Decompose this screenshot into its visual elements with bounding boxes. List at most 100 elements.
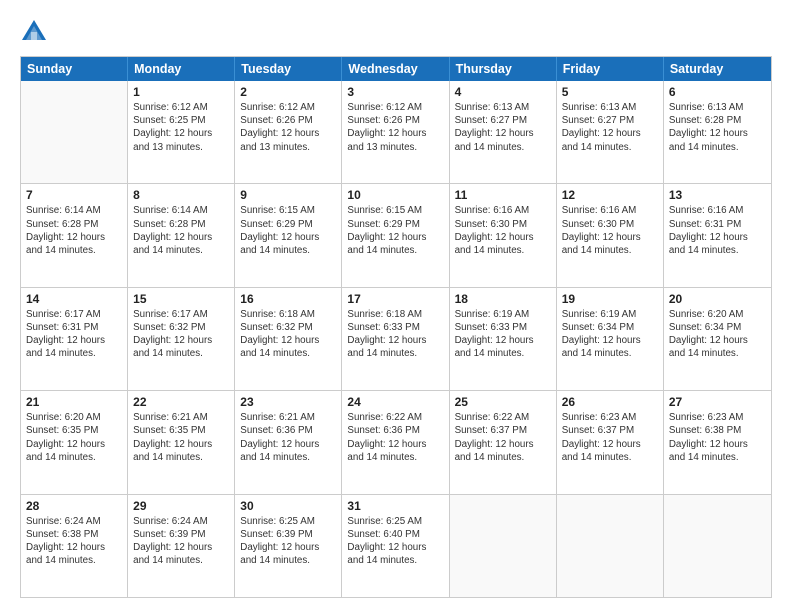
calendar-day-30: 30Sunrise: 6:25 AMSunset: 6:39 PMDayligh… [235, 495, 342, 597]
day-number: 28 [26, 499, 122, 513]
sunset-text: Sunset: 6:34 PM [562, 321, 658, 334]
sunrise-text: Sunrise: 6:16 AM [669, 204, 766, 217]
sunset-text: Sunset: 6:30 PM [455, 218, 551, 231]
calendar-day-28: 28Sunrise: 6:24 AMSunset: 6:38 PMDayligh… [21, 495, 128, 597]
daylight-text: Daylight: 12 hours and 14 minutes. [669, 231, 766, 257]
logo [20, 18, 50, 46]
sunrise-text: Sunrise: 6:22 AM [455, 411, 551, 424]
sunrise-text: Sunrise: 6:15 AM [347, 204, 443, 217]
day-number: 5 [562, 85, 658, 99]
sunset-text: Sunset: 6:36 PM [347, 424, 443, 437]
sunrise-text: Sunrise: 6:24 AM [26, 515, 122, 528]
sunset-text: Sunset: 6:27 PM [562, 114, 658, 127]
daylight-text: Daylight: 12 hours and 14 minutes. [240, 541, 336, 567]
sunrise-text: Sunrise: 6:12 AM [347, 101, 443, 114]
daylight-text: Daylight: 12 hours and 14 minutes. [26, 438, 122, 464]
sunrise-text: Sunrise: 6:19 AM [562, 308, 658, 321]
day-number: 23 [240, 395, 336, 409]
sunset-text: Sunset: 6:38 PM [669, 424, 766, 437]
calendar-day-5: 5 Sunrise: 6:13 AMSunset: 6:27 PMDaylight… [557, 81, 664, 183]
sunrise-text: Sunrise: 6:22 AM [347, 411, 443, 424]
calendar-day-14: 14Sunrise: 6:17 AMSunset: 6:31 PMDayligh… [21, 288, 128, 390]
calendar-day-1: 1Sunrise: 6:12 AMSunset: 6:25 PMDaylight… [128, 81, 235, 183]
sunrise-text: Sunrise: 6:12 AM [240, 101, 336, 114]
header-day-saturday: Saturday [664, 57, 771, 81]
header-day-sunday: Sunday [21, 57, 128, 81]
day-number: 14 [26, 292, 122, 306]
sunset-text: Sunset: 6:37 PM [455, 424, 551, 437]
sunrise-text: Sunrise: 6:25 AM [240, 515, 336, 528]
calendar-page: SundayMondayTuesdayWednesdayThursdayFrid… [0, 0, 792, 612]
daylight-text: Daylight: 12 hours and 14 minutes. [240, 334, 336, 360]
daylight-text: Daylight: 12 hours and 14 minutes. [455, 334, 551, 360]
day-number: 16 [240, 292, 336, 306]
daylight-text: Daylight: 12 hours and 14 minutes. [455, 127, 551, 153]
day-number: 22 [133, 395, 229, 409]
sunrise-text: Sunrise: 6:18 AM [240, 308, 336, 321]
daylight-text: Daylight: 12 hours and 14 minutes. [347, 541, 443, 567]
calendar-day-16: 16Sunrise: 6:18 AMSunset: 6:32 PMDayligh… [235, 288, 342, 390]
day-number: 10 [347, 188, 443, 202]
sunrise-text: Sunrise: 6:14 AM [26, 204, 122, 217]
sunrise-text: Sunrise: 6:17 AM [26, 308, 122, 321]
day-number: 24 [347, 395, 443, 409]
calendar-day-9: 9Sunrise: 6:15 AMSunset: 6:29 PMDaylight… [235, 184, 342, 286]
calendar-day-17: 17Sunrise: 6:18 AMSunset: 6:33 PMDayligh… [342, 288, 449, 390]
sunrise-text: Sunrise: 6:13 AM [669, 101, 766, 114]
sunset-text: Sunset: 6:31 PM [26, 321, 122, 334]
calendar-day-15: 15Sunrise: 6:17 AMSunset: 6:32 PMDayligh… [128, 288, 235, 390]
daylight-text: Daylight: 12 hours and 14 minutes. [240, 231, 336, 257]
calendar-day-6: 6Sunrise: 6:13 AMSunset: 6:28 PMDaylight… [664, 81, 771, 183]
calendar-empty-cell [664, 495, 771, 597]
sunset-text: Sunset: 6:25 PM [133, 114, 229, 127]
sunset-text: Sunset: 6:26 PM [347, 114, 443, 127]
day-number: 12 [562, 188, 658, 202]
sunrise-text: Sunrise: 6:18 AM [347, 308, 443, 321]
sunrise-text: Sunrise: 6:12 AM [133, 101, 229, 114]
calendar-day-31: 31Sunrise: 6:25 AMSunset: 6:40 PMDayligh… [342, 495, 449, 597]
daylight-text: Daylight: 12 hours and 14 minutes. [133, 541, 229, 567]
day-number: 20 [669, 292, 766, 306]
calendar-week-5: 28 Sunrise: 6:24 AMSunset: 6:38 PM Dayligh… [21, 494, 771, 597]
sunset-text: Sunset: 6:33 PM [455, 321, 551, 334]
day-number: 30 [240, 499, 336, 513]
sunrise-text: Sunrise: 6:23 AM [669, 411, 766, 424]
sunset-text: Sunset: 6:26 PM [240, 114, 336, 127]
day-number: 27 [669, 395, 766, 409]
sunset-text: Sunset: 6:27 PM [455, 114, 551, 127]
calendar-day-13: 13Sunrise: 6:16 AMSunset: 6:31 PMDayligh… [664, 184, 771, 286]
sunset-text: Sunset: 6:38 PM [26, 528, 122, 541]
calendar-day-7: 7Sunrise: 6:14 AMSunset: 6:28 PMDaylight… [21, 184, 128, 286]
sunset-text: Sunset: 6:32 PM [133, 321, 229, 334]
calendar-day-27: 27Sunrise: 6:23 AMSunset: 6:38 PMDayligh… [664, 391, 771, 493]
calendar-day-18: 18 Sunrise: 6:19 AMSunset: 6:33 PMDayligh… [450, 288, 557, 390]
sunset-text: Sunset: 6:37 PM [562, 424, 658, 437]
day-number: 3 [347, 85, 443, 99]
day-number: 21 [26, 395, 122, 409]
daylight-text: Daylight: 12 hours and 14 minutes. [455, 231, 551, 257]
day-number: 31 [347, 499, 443, 513]
sunset-text: Sunset: 6:29 PM [240, 218, 336, 231]
day-number: 18 [455, 292, 551, 306]
header-day-friday: Friday [557, 57, 664, 81]
day-number: 8 [133, 188, 229, 202]
sunset-text: Sunset: 6:29 PM [347, 218, 443, 231]
day-number: 4 [455, 85, 551, 99]
day-number: 29 [133, 499, 229, 513]
calendar-day-25: 25Sunrise: 6:22 AMSunset: 6:37 PMDayligh… [450, 391, 557, 493]
day-number: 2 [240, 85, 336, 99]
logo-icon [20, 18, 48, 46]
daylight-text: Daylight: 12 hours and 14 minutes. [240, 438, 336, 464]
day-number: 11 [455, 188, 551, 202]
daylight-text: Daylight: 12 hours and 13 minutes. [240, 127, 336, 153]
daylight-text: Daylight: 12 hours and 14 minutes. [562, 127, 658, 153]
sunrise-text: Sunrise: 6:13 AM [562, 101, 658, 114]
calendar-header: SundayMondayTuesdayWednesdayThursdayFrid… [21, 57, 771, 81]
day-number: 25 [455, 395, 551, 409]
sunset-text: Sunset: 6:40 PM [347, 528, 443, 541]
day-number: 6 [669, 85, 766, 99]
sunrise-text: Sunrise: 6:19 AM [455, 308, 551, 321]
calendar-day-19: 19Sunrise: 6:19 AMSunset: 6:34 PMDayligh… [557, 288, 664, 390]
sunset-text: Sunset: 6:33 PM [347, 321, 443, 334]
calendar-empty-cell [450, 495, 557, 597]
